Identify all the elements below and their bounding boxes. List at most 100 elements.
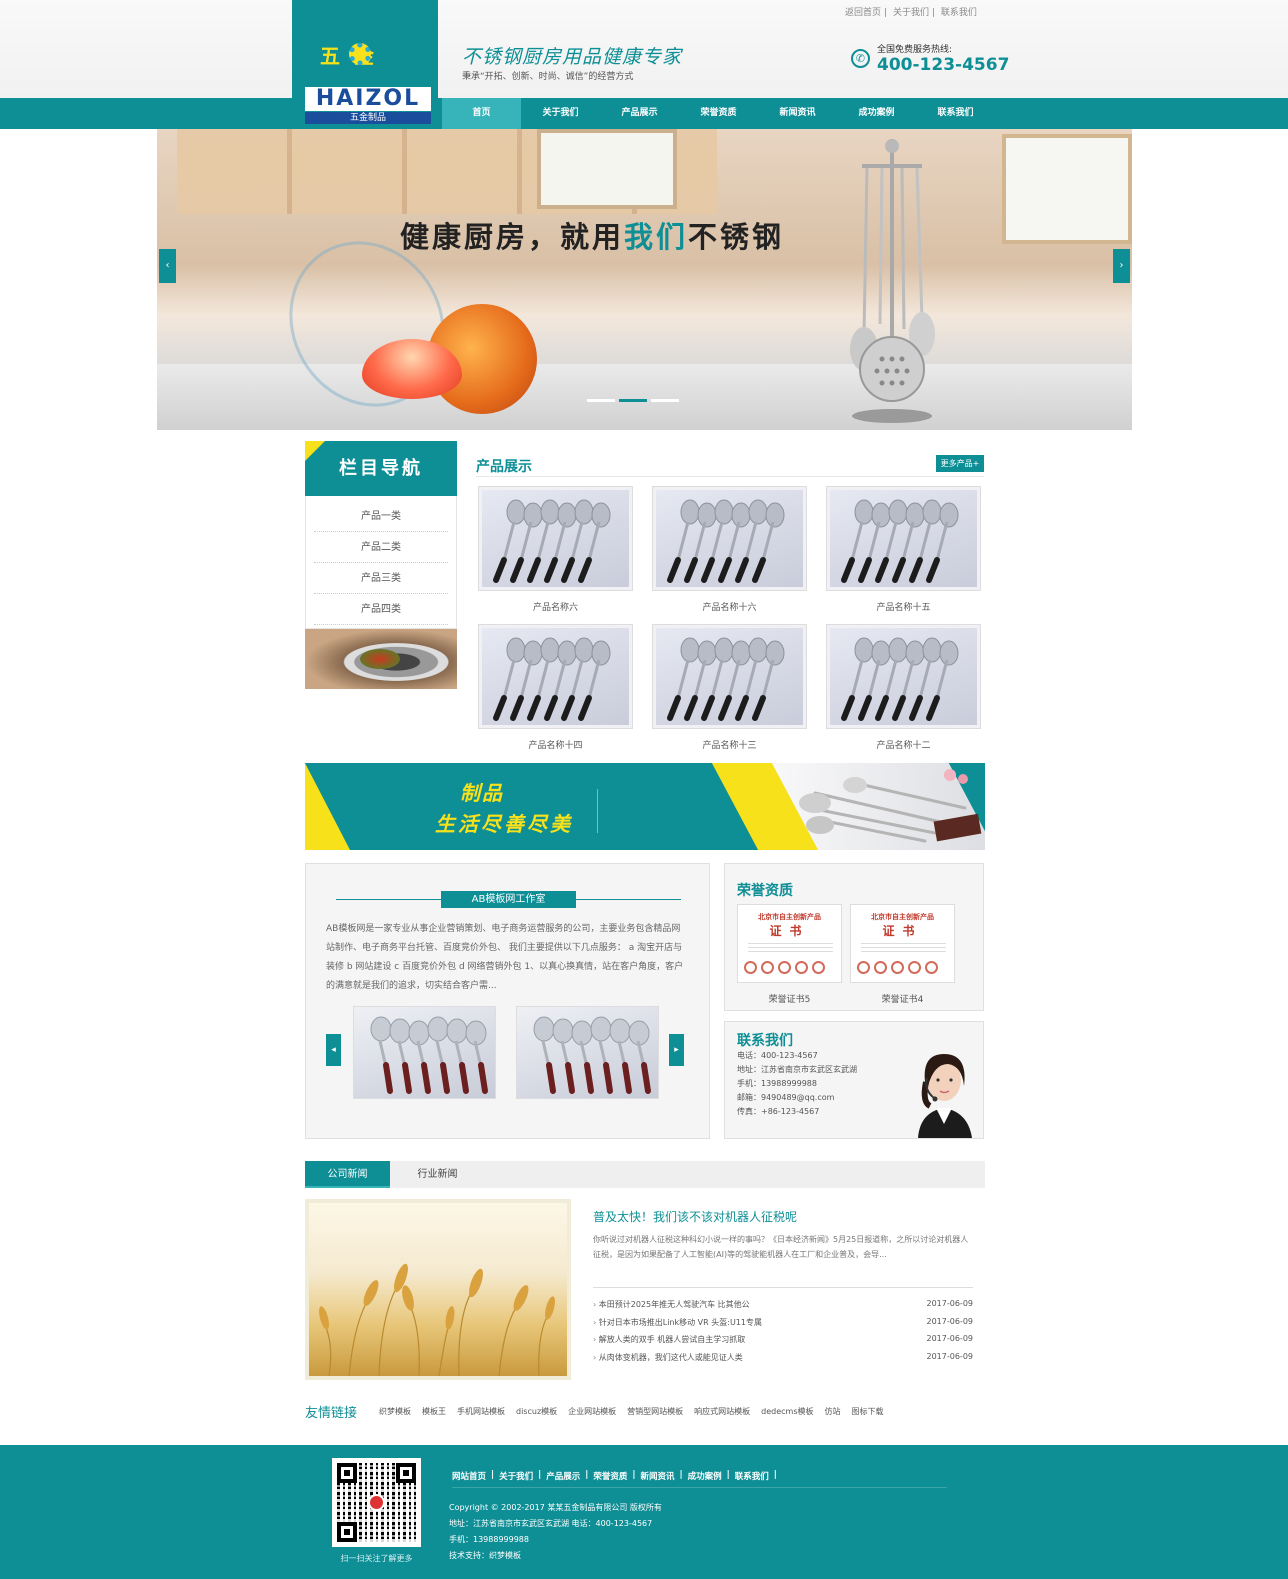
news-item-title: 解放人类的双手 机器人尝试自主学习抓取 (593, 1334, 746, 1352)
hero-banner[interactable]: 健康厨房，就用我们不锈钢 ‹ › (157, 129, 1132, 430)
banner-dots (587, 399, 679, 402)
product-card[interactable]: 产品名称十三 (652, 624, 807, 751)
banner-next-button[interactable]: › (1113, 249, 1130, 283)
friend-link[interactable]: 响应式网站模板 (694, 1406, 750, 1417)
friend-link[interactable]: 织梦模板 (379, 1406, 411, 1417)
about-title[interactable]: AB模板网工作室 (441, 891, 576, 908)
cert-body (861, 940, 946, 954)
nav-cases[interactable]: 成功案例 (837, 98, 916, 129)
product-image[interactable] (652, 624, 807, 729)
cert-image-2[interactable]: 北京市自主创新产品 证书 (850, 904, 955, 983)
tab-industry-news[interactable]: 行业新闻 (390, 1161, 485, 1188)
product-card[interactable]: 产品名称十四 (478, 624, 633, 751)
sidebar-item-4[interactable]: 产品四类 (314, 594, 448, 625)
product-name[interactable]: 产品名称十三 (652, 738, 807, 751)
tab-company-news[interactable]: 公司新闻 (305, 1161, 390, 1188)
top-link-home[interactable]: 返回首页 (845, 8, 881, 18)
news-item[interactable]: 解放人类的双手 机器人尝试自主学习抓取 2017-06-09 (593, 1334, 973, 1352)
news-item[interactable]: 从肉体变机器，我们这代人或能见证人类 2017-06-09 (593, 1352, 973, 1370)
contact-email: 邮箱：9490489@qq.com (737, 1093, 835, 1102)
friend-link[interactable]: 企业网站模板 (568, 1406, 616, 1417)
cert-caption-2[interactable]: 荣誉证书4 (850, 992, 955, 1005)
contact-mobile: 手机：13988999988 (737, 1079, 817, 1088)
kitchen-window-right (1002, 134, 1132, 244)
friend-link[interactable]: 图标下载 (852, 1406, 884, 1417)
qr-caption: 扫一扫关注了解更多 (340, 1554, 413, 1563)
product-name[interactable]: 产品名称十六 (652, 600, 807, 613)
banner-dot-3[interactable] (651, 399, 679, 402)
slogan-sub: 秉承“开拓、创新、时尚、诚信”的经营方式 (462, 72, 634, 82)
about-next-button[interactable]: ▸ (669, 1034, 684, 1066)
product-image[interactable] (478, 624, 633, 729)
banner-dot-2[interactable] (619, 399, 647, 402)
nav-contact[interactable]: 联系我们 (916, 98, 995, 129)
news-image[interactable] (305, 1199, 571, 1380)
product-card[interactable]: 产品名称十二 (826, 624, 981, 751)
footer-link-home[interactable]: 网站首页 (452, 1470, 486, 1482)
friend-link[interactable]: 手机网站模板 (457, 1406, 505, 1417)
product-image[interactable] (826, 486, 981, 591)
product-name[interactable]: 产品名称十二 (826, 738, 981, 751)
product-image[interactable] (652, 486, 807, 591)
nav-honors[interactable]: 荣誉资质 (679, 98, 758, 129)
about-prev-button[interactable]: ◂ (326, 1034, 341, 1066)
sidebar-item-1[interactable]: 产品一类 (314, 501, 448, 532)
news-item[interactable]: 本田预计2025年推无人驾驶汽车 比其他公 2017-06-09 (593, 1299, 973, 1317)
footer-link-news[interactable]: 新闻资讯 (641, 1470, 675, 1482)
nav-news[interactable]: 新闻资讯 (758, 98, 837, 129)
top-link-contact[interactable]: 联系我们 (941, 8, 977, 18)
friend-link[interactable]: 模板王 (422, 1406, 446, 1417)
about-image-2[interactable] (516, 1006, 659, 1099)
top-links: 返回首页 | 关于我们 | 联系我们 (845, 8, 977, 18)
news-item-date: 2017-06-09 (926, 1351, 974, 1361)
product-image[interactable] (478, 486, 633, 591)
cert-caption-1[interactable]: 荣誉证书5 (737, 992, 842, 1005)
logo-sub-overlay: 五金制品 (305, 112, 431, 124)
about-image-1[interactable] (353, 1006, 496, 1099)
news-item[interactable]: 针对日本市场推出Link移动 VR 头盔:U11专属 2017-06-09 (593, 1317, 973, 1335)
qr-code (332, 1458, 421, 1547)
footer-info: Copyright © 2002-2017 某某五金制品有限公司 版权所有 地址… (449, 1500, 662, 1564)
product-card[interactable]: 产品名称六 (478, 486, 633, 613)
footer-support: 技术支持：织梦模板 (449, 1551, 521, 1560)
footer-address: 地址：江苏省南京市玄武区玄武湖 电话：400-123-4567 (449, 1519, 653, 1528)
cert-image-1[interactable]: 北京市自主创新产品 证书 (737, 904, 842, 983)
footer-link-cases[interactable]: 成功案例 (688, 1470, 722, 1482)
contact-fax: 传真：+86-123-4567 (737, 1107, 820, 1116)
more-products-button[interactable]: 更多产品+ (936, 455, 984, 472)
support-agent-image (918, 1054, 972, 1138)
friend-link[interactable]: dedecms模板 (761, 1406, 813, 1417)
friend-link[interactable]: 营销型网站模板 (627, 1406, 683, 1417)
sidebar-item-3[interactable]: 产品三类 (314, 563, 448, 594)
ribbon-yellow-left (305, 763, 350, 850)
nav-about[interactable]: 关于我们 (521, 98, 600, 129)
news-headline[interactable]: 普及太快！我们该不该对机器人征税呢 (593, 1208, 797, 1225)
banner-prev-button[interactable]: ‹ (159, 249, 176, 283)
nav-products[interactable]: 产品展示 (600, 98, 679, 129)
footer-link-contact[interactable]: 联系我们 (735, 1470, 769, 1482)
hotline-number: 400-123-4567 (877, 55, 1010, 75)
sidebar-item-2[interactable]: 产品二类 (314, 532, 448, 563)
banner-dot-1[interactable] (587, 399, 615, 402)
top-link-about[interactable]: 关于我们 (893, 8, 929, 18)
product-name[interactable]: 产品名称十四 (478, 738, 633, 751)
cert-heading: 北京市自主创新产品 (871, 913, 934, 921)
kitchen-window (537, 129, 677, 209)
cert-seals (744, 961, 825, 974)
copyright: Copyright © 2002-2017 某某五金制品有限公司 版权所有 (449, 1503, 662, 1512)
product-image[interactable] (826, 624, 981, 729)
product-name[interactable]: 产品名称六 (478, 600, 633, 613)
footer-link-products[interactable]: 产品展示 (546, 1470, 580, 1482)
friend-link[interactable]: discuz模板 (516, 1406, 557, 1417)
footer-link-about[interactable]: 关于我们 (499, 1470, 533, 1482)
product-card[interactable]: 产品名称十五 (826, 486, 981, 613)
sidebar-wok-image (305, 629, 457, 689)
friend-link[interactable]: 仿站 (825, 1406, 841, 1417)
product-card[interactable]: 产品名称十六 (652, 486, 807, 613)
footer-mobile: 手机：13988999988 (449, 1535, 529, 1544)
ribbon-line-2: 生活尽善尽美 (435, 812, 573, 836)
product-name[interactable]: 产品名称十五 (826, 600, 981, 613)
banner-title: 健康厨房，就用我们不锈钢 (400, 220, 785, 254)
nav-home[interactable]: 首页 (442, 98, 521, 129)
footer-link-honors[interactable]: 荣誉资质 (593, 1470, 627, 1482)
